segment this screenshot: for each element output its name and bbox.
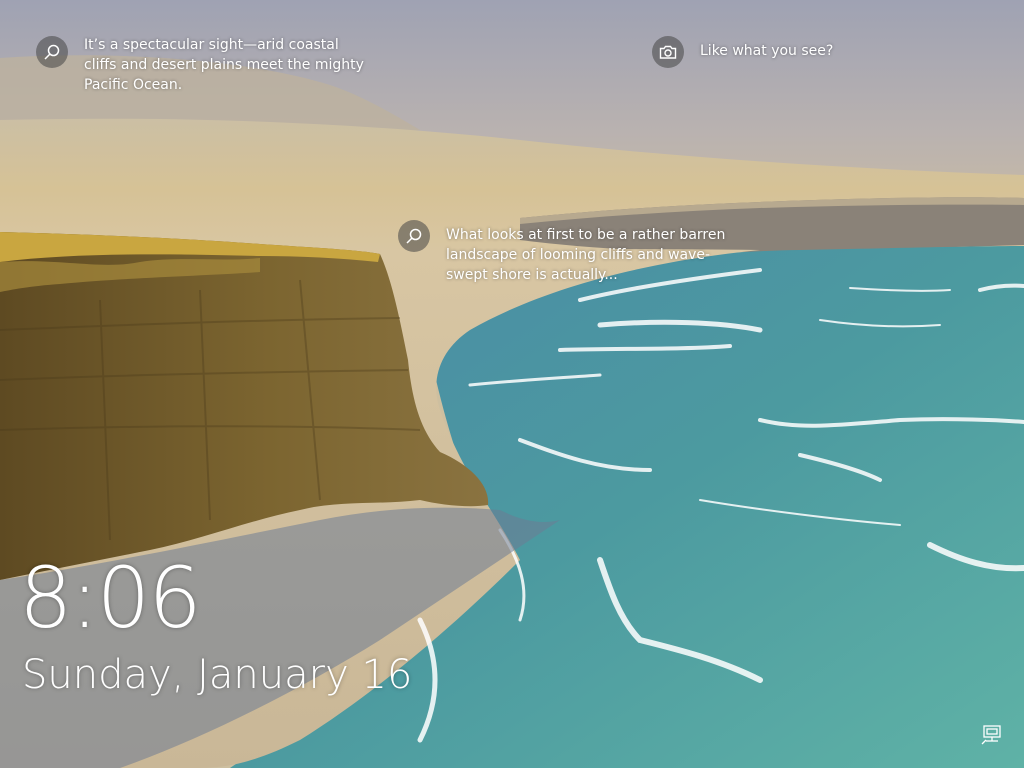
spotlight-fact-2[interactable]: What looks at first to be a rather barre… — [398, 220, 726, 285]
lock-screen[interactable]: It’s a spectacular sight—arid coastal cl… — [0, 0, 1024, 768]
camera-icon[interactable] — [652, 36, 684, 68]
like-what-you-see-text[interactable]: Like what you see? — [700, 41, 900, 61]
spotlight-fact-text[interactable]: It’s a spectacular sight—arid coastal cl… — [84, 35, 374, 95]
lock-screen-time: 8:06 — [19, 549, 202, 647]
search-icon[interactable] — [398, 220, 430, 252]
network-icon[interactable] — [980, 724, 1004, 746]
search-icon[interactable] — [36, 36, 68, 68]
like-what-you-see-prompt[interactable]: Like what you see? — [652, 36, 900, 68]
spotlight-fact-text[interactable]: What looks at first to be a rather barre… — [446, 225, 726, 285]
spotlight-fact-1[interactable]: It’s a spectacular sight—arid coastal cl… — [36, 36, 374, 95]
lock-screen-date: Sunday, January 16 — [22, 652, 413, 698]
